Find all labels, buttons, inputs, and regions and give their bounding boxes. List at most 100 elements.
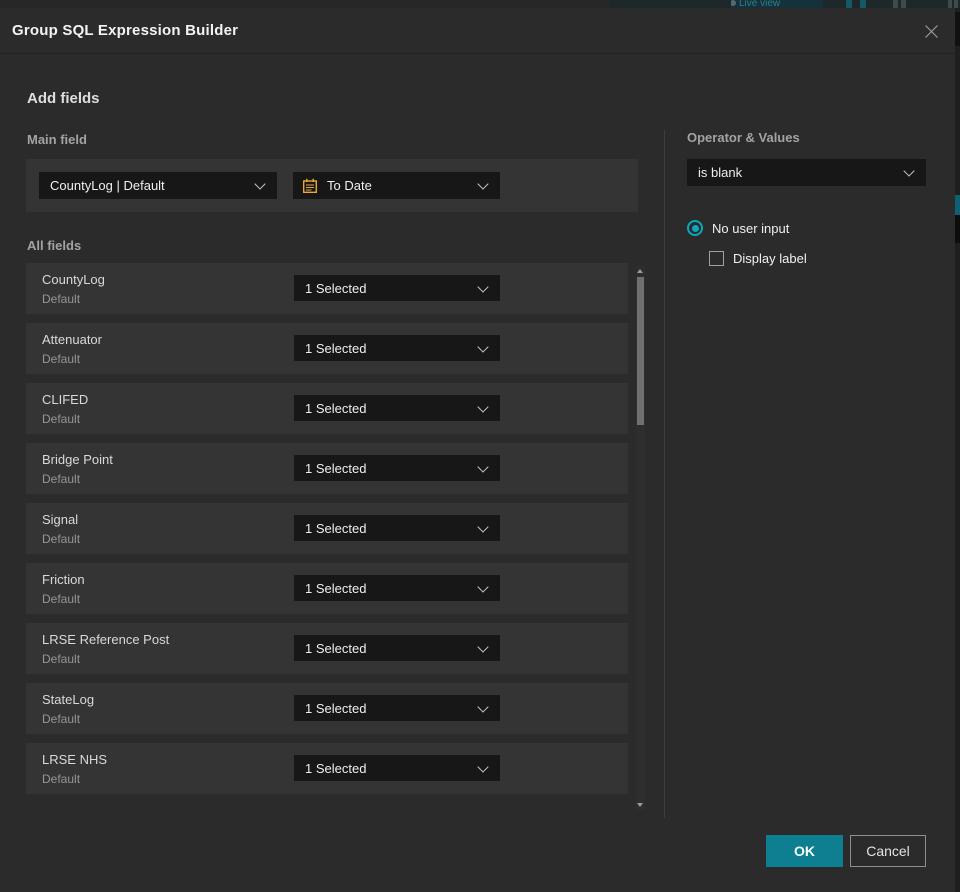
field-values-select[interactable]: 1 Selected <box>294 335 500 361</box>
field-name: StateLog <box>42 692 95 707</box>
field-values-select[interactable]: 1 Selected <box>294 395 500 421</box>
main-field-type-value: To Date <box>327 178 372 193</box>
calendar-date-icon <box>302 178 318 194</box>
field-name: Bridge Point <box>42 452 113 467</box>
field-row: Attenuator Default 1 Selected <box>26 323 628 374</box>
background-fragment <box>955 12 960 46</box>
main-field-select-value: CountyLog | Default <box>50 178 165 193</box>
no-user-input-radio[interactable]: No user input <box>687 220 789 236</box>
field-values-select-value: 1 Selected <box>305 700 367 716</box>
field-source: Default <box>42 712 81 726</box>
toolbar-fragment <box>901 0 906 8</box>
operator-values-label: Operator & Values <box>687 130 800 145</box>
toolbar-fragment <box>860 0 866 8</box>
chevron-down-icon <box>477 460 489 473</box>
background-right-edge <box>955 8 960 892</box>
dialog-title: Group SQL Expression Builder <box>12 22 239 39</box>
field-source: Default <box>42 472 81 486</box>
chevron-down-icon <box>477 580 489 593</box>
field-row: LRSE Reference Post Default 1 Selected <box>26 623 628 674</box>
live-view-toggle[interactable]: Live view <box>731 0 823 8</box>
close-button[interactable] <box>919 19 943 43</box>
chevron-down-icon <box>477 400 489 413</box>
main-field-label: Main field <box>27 132 87 147</box>
main-field-type-select[interactable]: To Date <box>293 172 500 199</box>
main-field-select[interactable]: CountyLog | Default <box>39 172 277 199</box>
radio-selected-icon <box>687 220 703 236</box>
background-toolbar: Live view <box>0 0 960 8</box>
chevron-down-icon <box>477 700 489 713</box>
chevron-down-icon <box>477 280 489 293</box>
checkbox-unchecked-icon <box>709 251 724 266</box>
group-sql-expression-builder-dialog: Group SQL Expression Builder Add fields … <box>0 8 955 892</box>
toolbar-fragment <box>893 0 898 8</box>
close-icon <box>924 24 938 38</box>
fields-list-scrollbar[interactable] <box>636 266 645 810</box>
field-row: LRSE NHS Default 1 Selected <box>26 743 628 794</box>
field-name: Signal <box>42 512 79 527</box>
field-values-select[interactable]: 1 Selected <box>294 695 500 721</box>
field-values-select[interactable]: 1 Selected <box>294 515 500 541</box>
add-fields-heading: Add fields <box>27 90 100 107</box>
live-view-dot-icon <box>731 0 736 6</box>
chevron-down-icon <box>254 178 266 190</box>
all-fields-label: All fields <box>27 238 82 253</box>
chevron-down-icon <box>477 340 489 353</box>
field-values-select-value: 1 Selected <box>305 640 367 656</box>
field-values-select[interactable]: 1 Selected <box>294 275 500 301</box>
field-source: Default <box>42 772 81 786</box>
field-source: Default <box>42 412 81 426</box>
field-values-select-value: 1 Selected <box>305 280 367 296</box>
all-fields-list: CountyLog Default 1 Selected Attenuator Defa… <box>26 263 628 803</box>
cancel-button[interactable]: Cancel <box>850 835 926 867</box>
field-source: Default <box>42 352 81 366</box>
field-source: Default <box>42 652 81 666</box>
field-row: CLIFED Default 1 Selected <box>26 383 628 434</box>
display-label-checkbox[interactable]: Display label <box>709 251 807 266</box>
panel-divider <box>664 130 665 818</box>
operator-select-value: is blank <box>698 165 743 180</box>
chevron-down-icon <box>477 760 489 773</box>
field-row: CountyLog Default 1 Selected <box>26 263 628 314</box>
scrollbar-thumb[interactable] <box>637 277 644 425</box>
field-name: LRSE NHS <box>42 752 108 767</box>
chevron-down-icon <box>477 520 489 533</box>
field-values-select-value: 1 Selected <box>305 760 367 776</box>
field-values-select[interactable]: 1 Selected <box>294 455 500 481</box>
main-field-band: CountyLog | Default To Date <box>26 159 638 212</box>
dialog-header: Group SQL Expression Builder <box>0 8 955 54</box>
live-view-label: Live view <box>739 0 781 8</box>
toolbar-fragment <box>954 0 958 8</box>
field-row: Friction Default 1 Selected <box>26 563 628 614</box>
field-name: LRSE Reference Post <box>42 632 170 647</box>
field-values-select-value: 1 Selected <box>305 460 367 476</box>
field-name: CountyLog <box>42 272 105 287</box>
field-name: CLIFED <box>42 392 89 407</box>
no-user-input-label: No user input <box>712 220 790 236</box>
field-row: Signal Default 1 Selected <box>26 503 628 554</box>
field-values-select-value: 1 Selected <box>305 400 367 416</box>
display-label-text: Display label <box>733 251 807 266</box>
field-source: Default <box>42 592 81 606</box>
field-name: Attenuator <box>42 332 102 347</box>
toolbar-fragment <box>846 0 852 8</box>
toolbar-fragment <box>948 0 952 8</box>
chevron-down-icon <box>477 178 489 190</box>
field-row: Bridge Point Default 1 Selected <box>26 443 628 494</box>
field-row: StateLog Default 1 Selected <box>26 683 628 734</box>
operator-select[interactable]: is blank <box>687 159 926 186</box>
field-values-select-value: 1 Selected <box>305 580 367 596</box>
field-values-select[interactable]: 1 Selected <box>294 575 500 601</box>
scroll-down-icon[interactable] <box>637 803 643 807</box>
chevron-down-icon <box>903 165 915 177</box>
field-source: Default <box>42 292 81 306</box>
field-source: Default <box>42 532 81 546</box>
field-values-select-value: 1 Selected <box>305 520 367 536</box>
field-name: Friction <box>42 572 85 587</box>
scroll-up-icon[interactable] <box>637 269 643 273</box>
field-values-select[interactable]: 1 Selected <box>294 755 500 781</box>
ok-button[interactable]: OK <box>766 835 843 867</box>
field-values-select[interactable]: 1 Selected <box>294 635 500 661</box>
background-fragment <box>955 215 960 243</box>
field-values-select-value: 1 Selected <box>305 340 367 356</box>
